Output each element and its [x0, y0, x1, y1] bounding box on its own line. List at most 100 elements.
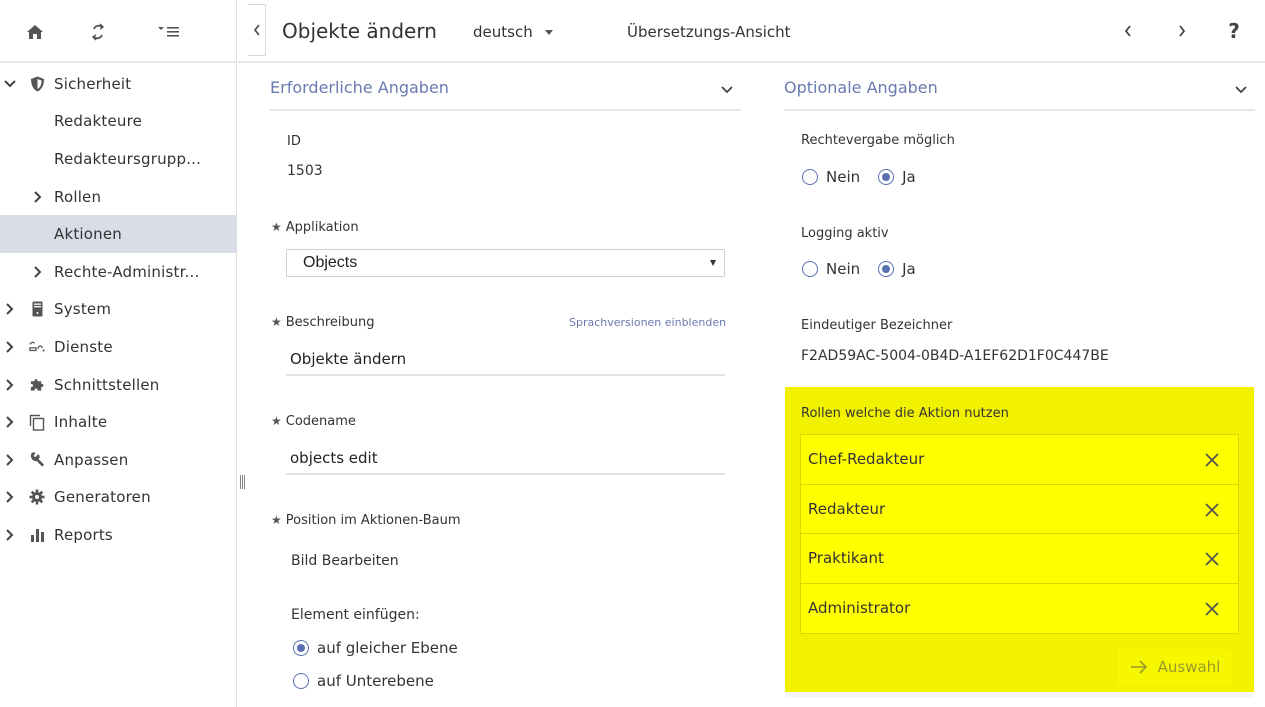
help-button[interactable]: ?: [1222, 18, 1246, 44]
required-section-header[interactable]: Erforderliche Angaben: [270, 66, 741, 111]
radio-button[interactable]: [293, 673, 309, 689]
position-label-text: Position im Aktionen-Baum: [285, 513, 461, 528]
chevron-right-icon[interactable]: [4, 303, 16, 316]
radio-button[interactable]: [878, 261, 895, 277]
sidebar: Sicherheit Redakteure Redakteursgrupp...…: [0, 0, 237, 707]
roles-list: Chef-Redakteur Redakteur Praktikant Admi…: [800, 434, 1239, 634]
previous-button[interactable]: [1116, 18, 1140, 44]
chevron-right-icon[interactable]: [4, 491, 16, 504]
codename-label: ★ Codename: [271, 414, 356, 429]
sidebar-resize-handle[interactable]: [240, 475, 246, 489]
home-icon[interactable]: [25, 22, 45, 42]
roles-panel: Rollen welche die Aktion nutzen Chef-Red…: [785, 387, 1254, 692]
sidebar-item-anpassen[interactable]: Anpassen: [0, 441, 237, 479]
logging-radio-group: Nein Ja: [802, 260, 916, 278]
codename-input[interactable]: [286, 442, 725, 475]
page-title: Objekte ändern: [282, 19, 437, 43]
close-icon[interactable]: [1204, 502, 1220, 518]
position-value[interactable]: Bild Bearbeiten: [291, 553, 399, 569]
rights-yes-option[interactable]: Ja: [878, 168, 916, 186]
bar-chart-icon: [29, 527, 45, 543]
chevron-right-icon: [1179, 25, 1186, 37]
position-label: ★ Position im Aktionen-Baum: [271, 513, 461, 528]
chevron-down-icon: [721, 82, 733, 98]
sidebar-item-inhalte[interactable]: Inhalte: [0, 403, 237, 441]
select-roles-button[interactable]: Auswahl: [1118, 649, 1232, 685]
sidebar-item-dienste[interactable]: Dienste: [0, 328, 237, 366]
role-name: Administrator: [808, 599, 911, 618]
sidebar-toolbar: [0, 0, 236, 63]
optional-section-header[interactable]: Optionale Angaben: [784, 66, 1255, 111]
sidebar-item-schnittstellen[interactable]: Schnittstellen: [0, 366, 237, 404]
sidebar-item-sicherheit[interactable]: Sicherheit: [0, 65, 237, 103]
section-title: Erforderliche Angaben: [270, 78, 449, 97]
sidebar-item-rechte-administration[interactable]: Rechte-Administr...: [0, 253, 237, 291]
insert-same-level-option[interactable]: auf gleicher Ebene: [293, 639, 458, 657]
role-item: Praktikant: [801, 534, 1238, 584]
chevron-right-icon[interactable]: [4, 416, 16, 428]
radio-button[interactable]: [802, 169, 818, 185]
rights-no-option[interactable]: Nein: [802, 168, 860, 186]
role-name: Chef-Redakteur: [808, 450, 925, 469]
close-icon[interactable]: [1204, 452, 1220, 468]
panel-footer-strip: [785, 692, 1254, 698]
next-button[interactable]: [1170, 18, 1194, 44]
rights-label: Rechtevergabe möglich: [801, 133, 955, 148]
chevron-down-icon: [1235, 82, 1247, 98]
services-icon: [29, 339, 45, 355]
shield-icon: [29, 76, 45, 92]
roles-title: Rollen welche die Aktion nutzen: [801, 406, 1009, 421]
arrow-right-icon: [1130, 660, 1147, 674]
id-value: 1503: [287, 163, 323, 179]
radio-label: auf gleicher Ebene: [317, 639, 458, 657]
logging-yes-option[interactable]: Ja: [878, 260, 916, 278]
close-icon[interactable]: [1204, 551, 1220, 567]
chevron-right-icon[interactable]: [32, 266, 44, 278]
sidebar-item-label: Generatoren: [54, 488, 151, 507]
application-select[interactable]: Objects: [286, 249, 725, 277]
sidebar-item-reports[interactable]: Reports: [0, 516, 237, 554]
translation-view-link[interactable]: Übersetzungs-Ansicht: [627, 23, 791, 41]
filter-menu-icon[interactable]: [156, 22, 182, 42]
language-select[interactable]: deutsch: [473, 23, 553, 41]
refresh-icon[interactable]: [88, 22, 108, 42]
sidebar-item-label: Anpassen: [54, 450, 129, 469]
show-language-versions-link[interactable]: Sprachversionen einblenden: [569, 316, 726, 329]
radio-label: Nein: [826, 260, 861, 278]
logging-no-option[interactable]: Nein: [802, 260, 860, 278]
sidebar-item-generatoren[interactable]: Generatoren: [0, 479, 237, 517]
sidebar-item-label: Reports: [54, 525, 113, 544]
chevron-down-icon[interactable]: [4, 78, 16, 90]
sidebar-item-redakteursgruppen[interactable]: Redakteursgrupp...: [0, 140, 237, 178]
wrench-icon: [29, 452, 45, 468]
logging-label: Logging aktiv: [801, 226, 889, 241]
identifier-value: F2AD59AC-5004-0B4D-A1EF62D1F0C447BE: [801, 348, 1109, 364]
sidebar-item-label: Aktionen: [54, 225, 123, 244]
radio-button[interactable]: [802, 261, 818, 277]
sidebar-item-label: Redakteursgrupp...: [54, 149, 202, 168]
collapse-sidebar-button[interactable]: [248, 4, 266, 56]
insert-sub-level-option[interactable]: auf Unterebene: [293, 672, 434, 690]
sidebar-item-label: Schnittstellen: [54, 375, 160, 394]
radio-button[interactable]: [293, 640, 309, 656]
chevron-right-icon[interactable]: [4, 529, 16, 541]
rights-radio-group: Nein Ja: [802, 168, 916, 186]
language-value: deutsch: [473, 23, 533, 41]
gear-icon: [29, 489, 45, 505]
role-item: Redakteur: [801, 484, 1238, 534]
description-input[interactable]: [286, 343, 725, 376]
sidebar-item-system[interactable]: System: [0, 291, 237, 329]
chevron-right-icon[interactable]: [4, 341, 16, 353]
chevron-right-icon[interactable]: [4, 378, 16, 391]
role-name: Praktikant: [808, 549, 884, 568]
sidebar-item-rollen[interactable]: Rollen: [0, 178, 237, 216]
chevron-left-icon: [1124, 25, 1131, 37]
radio-button[interactable]: [878, 169, 895, 185]
chevron-right-icon[interactable]: [32, 190, 44, 203]
close-icon[interactable]: [1204, 601, 1220, 617]
sidebar-item-redakteure[interactable]: Redakteure: [0, 103, 237, 141]
sidebar-item-aktionen[interactable]: Aktionen: [0, 215, 237, 253]
id-label: ID: [287, 134, 301, 149]
chevron-right-icon[interactable]: [4, 454, 16, 466]
server-icon: [29, 301, 45, 317]
